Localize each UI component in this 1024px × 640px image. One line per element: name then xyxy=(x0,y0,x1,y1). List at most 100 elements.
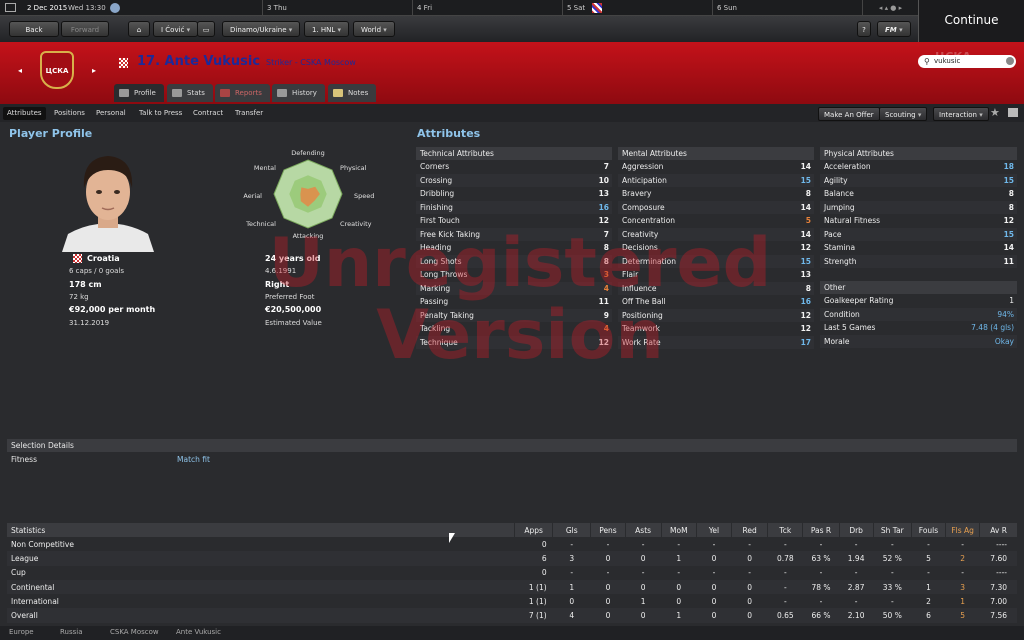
stats-column-header[interactable]: Asts xyxy=(624,523,662,537)
stats-column-header[interactable]: Drb xyxy=(838,523,874,537)
attribute-row[interactable]: Bravery 8 xyxy=(618,187,814,201)
attribute-row[interactable]: Tackling 4 xyxy=(416,322,612,336)
attribute-row[interactable]: Aggression 14 xyxy=(618,160,814,174)
tab-reports[interactable]: Reports xyxy=(215,84,270,102)
table-row[interactable]: League 6 3 0 0 1 0 0 0.78 63 % 1.94 52 % 5 2 7.60 xyxy=(7,551,1017,566)
star-icon[interactable]: ★ xyxy=(990,106,1000,119)
stats-column-header[interactable]: Statistics xyxy=(7,523,515,537)
world-dropdown[interactable]: World xyxy=(353,21,395,37)
stats-column-header[interactable]: Tck xyxy=(767,523,803,537)
stats-column-header[interactable]: Yel xyxy=(695,523,732,537)
subnav-talk-to-press[interactable]: Talk to Press xyxy=(135,107,186,120)
forward-button[interactable]: Forward xyxy=(61,21,109,37)
table-row[interactable]: International 1 (1) 0 0 1 0 0 0 - - - - 2 1 7.00 xyxy=(7,594,1017,608)
attribute-row[interactable]: Pace 15 xyxy=(820,227,1017,241)
continue-button[interactable]: Continue xyxy=(918,0,1024,42)
home-icon[interactable]: ⌂ xyxy=(128,21,150,37)
attribute-row[interactable]: Composure 14 xyxy=(618,200,814,214)
attribute-row[interactable]: Decisions 12 xyxy=(618,241,814,255)
fm-menu-button[interactable]: FM xyxy=(877,21,911,37)
attribute-row[interactable]: Crossing 10 xyxy=(416,173,612,187)
breadcrumb-item[interactable]: Russia xyxy=(60,628,83,636)
interaction-dropdown[interactable]: Interaction xyxy=(933,107,989,121)
attribute-row[interactable]: Influence 8 xyxy=(618,281,814,295)
tab-history[interactable]: History xyxy=(272,84,325,102)
stats-column-header[interactable]: Pens xyxy=(590,523,626,537)
attribute-row[interactable]: Condition 94% xyxy=(820,307,1017,321)
subnav-personal[interactable]: Personal xyxy=(92,107,130,120)
stats-column-header[interactable]: Fouls xyxy=(910,523,946,537)
notes-edit-icon[interactable] xyxy=(1008,108,1018,117)
attribute-row[interactable]: Last 5 Games 7.48 (4 gls) xyxy=(820,321,1017,335)
attribute-row[interactable]: Strength 11 xyxy=(820,254,1017,268)
tab-profile[interactable]: Profile xyxy=(114,84,164,102)
attribute-row[interactable]: Finishing 16 xyxy=(416,200,612,214)
breadcrumb-item[interactable]: CSKA Moscow xyxy=(110,628,159,636)
attribute-row[interactable]: Penalty Taking 9 xyxy=(416,308,612,322)
attribute-row[interactable]: Long Throws 3 xyxy=(416,268,612,282)
attribute-row[interactable]: Concentration 5 xyxy=(618,214,814,228)
player-role[interactable]: Striker - CSKA Moscow xyxy=(266,58,356,67)
attribute-row[interactable]: Flair 13 xyxy=(618,268,814,282)
table-row[interactable]: Non Competitive 0- - - - - - - - - - - - ---- xyxy=(7,537,1017,551)
attribute-row[interactable]: Dribbling 13 xyxy=(416,187,612,201)
stats-column-header[interactable]: Red xyxy=(731,523,768,537)
clear-search-icon[interactable] xyxy=(1006,57,1014,65)
attribute-row[interactable]: Jumping 8 xyxy=(820,200,1017,214)
attribute-row[interactable]: Positioning 12 xyxy=(618,308,814,322)
calendar-day[interactable]: 4 Fri xyxy=(412,0,562,16)
breadcrumb-item[interactable]: Ante Vukusic xyxy=(176,628,221,636)
stats-column-header[interactable]: Av R xyxy=(979,523,1017,537)
back-button[interactable]: Back xyxy=(9,21,59,37)
stats-column-header[interactable]: MoM xyxy=(660,523,697,537)
table-row[interactable]: Overall 7 (1) 4 0 0 1 0 0 0.65 66 % 2.10 50 % 6 5 7.56 xyxy=(7,608,1017,623)
breadcrumb-item[interactable]: Europe xyxy=(9,628,34,636)
stats-column-header[interactable]: Gls xyxy=(552,523,591,537)
subnav-transfer[interactable]: Transfer xyxy=(231,107,267,120)
manager-dropdown[interactable]: I Ćović xyxy=(153,21,199,37)
stats-column-header[interactable]: Sh Tar xyxy=(872,523,912,537)
next-arrow-icon[interactable]: ▸ xyxy=(92,66,96,75)
menu-icon[interactable] xyxy=(5,3,16,12)
attribute-row[interactable]: Marking 4 xyxy=(416,281,612,295)
attribute-row[interactable]: Off The Ball 16 xyxy=(618,295,814,309)
calendar-day[interactable]: 3 Thu xyxy=(262,0,412,16)
stats-column-header[interactable]: Apps xyxy=(513,523,553,537)
stats-column-header[interactable]: Fls Ag xyxy=(945,523,980,537)
nationality[interactable]: Croatia xyxy=(87,254,120,263)
calendar-day[interactable]: 6 Sun xyxy=(712,0,862,16)
attribute-row[interactable]: Balance 8 xyxy=(820,187,1017,201)
tab-stats[interactable]: Stats xyxy=(167,84,213,102)
attribute-row[interactable]: Acceleration 18 xyxy=(820,160,1017,174)
attribute-row[interactable]: Natural Fitness 12 xyxy=(820,214,1017,228)
subnav-positions[interactable]: Positions xyxy=(50,107,89,120)
attribute-row[interactable]: Goalkeeper Rating 1 xyxy=(820,294,1017,308)
table-row[interactable]: Continental 1 (1) 1 0 0 0 0 0 - 78 % 2.87 33 % 1 3 7.3… xyxy=(7,579,1017,595)
team-dropdown[interactable]: Dinamo/Ukraine xyxy=(222,21,301,37)
prev-arrow-icon[interactable]: ◂ xyxy=(18,66,22,75)
attribute-row[interactable]: Morale Okay xyxy=(820,334,1017,348)
attribute-row[interactable]: Stamina 14 xyxy=(820,241,1017,255)
attribute-row[interactable]: Long Shots 8 xyxy=(416,254,612,268)
search-input[interactable]: vukusic xyxy=(918,55,1016,68)
attribute-row[interactable]: Heading 8 xyxy=(416,241,612,255)
subnav-contract[interactable]: Contract xyxy=(189,107,227,120)
attribute-row[interactable]: Creativity 14 xyxy=(618,227,814,241)
calendar-nav-controls[interactable]: ◂ ▴ ● ▸ xyxy=(862,0,918,16)
attribute-row[interactable]: Anticipation 15 xyxy=(618,173,814,187)
inbox-icon[interactable]: ▭ xyxy=(197,21,215,37)
attribute-row[interactable]: Technique 12 xyxy=(416,335,612,349)
table-row[interactable]: Cup 0- - - - - - - - - - - - ---- xyxy=(7,566,1017,580)
attribute-row[interactable]: Determination 15 xyxy=(618,254,814,268)
attribute-row[interactable]: Corners 7 xyxy=(416,160,612,174)
subnav-attributes[interactable]: Attributes xyxy=(3,107,46,120)
make-offer-button[interactable]: Make An Offer xyxy=(818,107,880,121)
scouting-dropdown[interactable]: Scouting xyxy=(879,107,928,121)
league-dropdown[interactable]: 1. HNL xyxy=(304,21,350,37)
calendar-day[interactable]: 5 Sat xyxy=(562,0,712,16)
attribute-row[interactable]: Work Rate 17 xyxy=(618,335,814,349)
attribute-row[interactable]: Teamwork 12 xyxy=(618,322,814,336)
attribute-row[interactable]: Passing 11 xyxy=(416,295,612,309)
attribute-row[interactable]: Free Kick Taking 7 xyxy=(416,227,612,241)
stats-column-header[interactable]: Pas R xyxy=(802,523,840,537)
